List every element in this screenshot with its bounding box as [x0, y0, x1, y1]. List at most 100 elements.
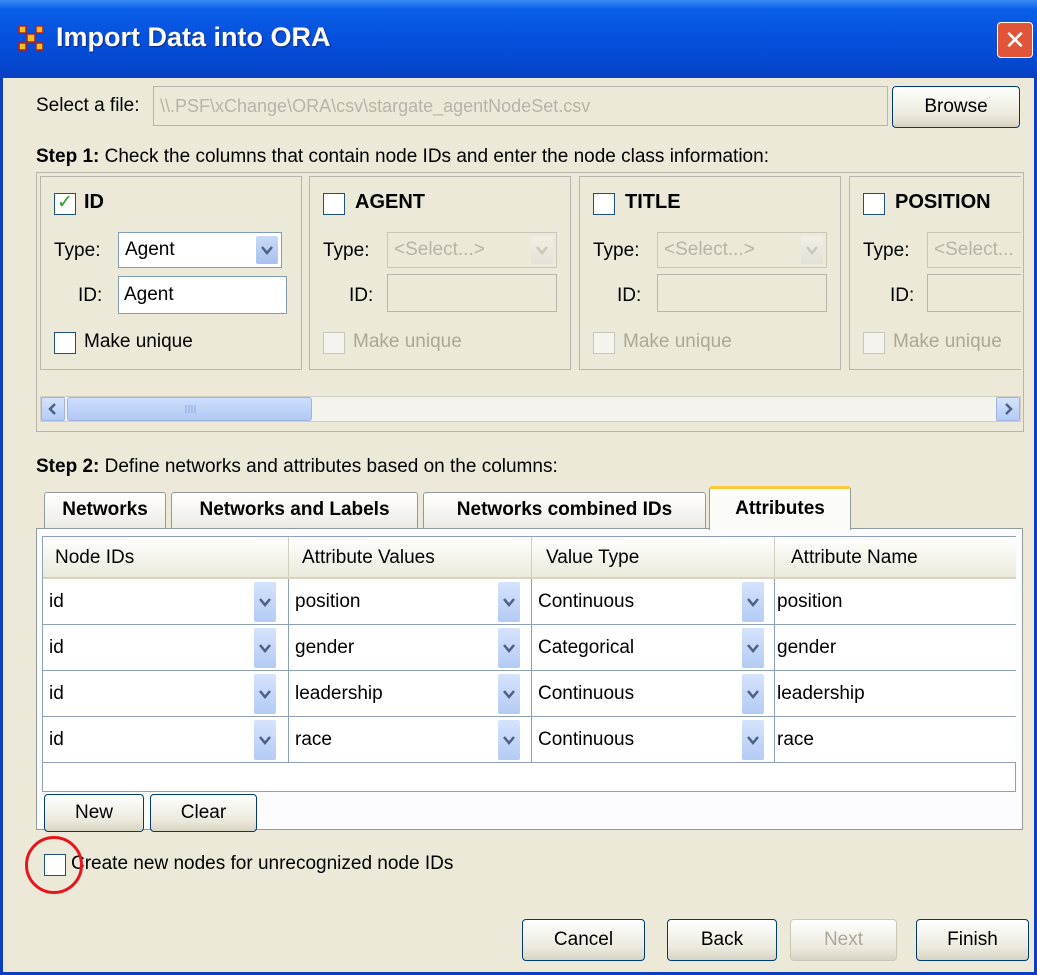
scroll-left-button[interactable] — [41, 397, 65, 421]
column-position-id-field[interactable] — [927, 274, 1021, 312]
select-file-label: Select a file: — [36, 95, 140, 116]
column-agent-id-field[interactable] — [387, 274, 557, 312]
type-label: Type: — [863, 240, 910, 261]
cell-text: id — [49, 683, 64, 704]
scroll-right-button[interactable] — [996, 397, 1020, 421]
column-group-id: ✓ ID Type: Agent ID: Agent Make unique — [40, 176, 302, 370]
table-cell-node-id[interactable]: id — [43, 625, 289, 671]
close-icon: ✕ — [1004, 25, 1026, 55]
horizontal-scrollbar[interactable] — [40, 396, 1021, 422]
chevron-down-icon[interactable] — [498, 674, 520, 714]
chevron-down-icon[interactable] — [254, 674, 276, 714]
make-unique-checkbox[interactable] — [863, 332, 885, 354]
table-cell-attribute-value[interactable]: race — [289, 717, 532, 763]
close-button[interactable]: ✕ — [997, 22, 1033, 58]
finish-button[interactable]: Finish — [916, 919, 1029, 961]
next-button[interactable]: Next — [790, 919, 897, 961]
chevron-down-icon[interactable] — [498, 628, 520, 668]
table-cell-node-id[interactable]: id — [43, 717, 289, 763]
table-cell-value-type[interactable]: Continuous — [532, 717, 775, 763]
cell-text: race — [295, 729, 332, 750]
scroll-thumb[interactable] — [67, 397, 312, 421]
cell-text: gender — [295, 637, 355, 658]
make-unique-checkbox[interactable] — [54, 332, 76, 354]
make-unique-label: Make unique — [893, 331, 1002, 352]
type-select-value: Agent — [125, 239, 175, 260]
type-label: Type: — [323, 240, 370, 261]
table-cell-value-type[interactable]: Continuous — [532, 671, 775, 717]
chevron-down-icon[interactable] — [256, 236, 278, 264]
table-cell-attribute-value[interactable]: position — [289, 579, 532, 625]
chevron-down-icon[interactable] — [254, 582, 276, 622]
column-title-id-field[interactable] — [657, 274, 827, 312]
chevron-down-icon[interactable] — [742, 582, 764, 622]
tab-networks-combined-ids[interactable]: Networks combined IDs — [423, 492, 706, 528]
table-cell-attribute-name[interactable]: position — [775, 579, 1016, 625]
chevron-down-icon[interactable] — [498, 720, 520, 760]
chevron-down-icon[interactable] — [742, 720, 764, 760]
column-header-attribute-values[interactable]: Attribute Values — [289, 537, 532, 579]
id-label: ID: — [617, 285, 642, 306]
cell-text: id — [49, 637, 64, 658]
file-path-field: \\.PSF\xChange\ORA\csv\stargate_agentNod… — [153, 86, 888, 126]
browse-button[interactable]: Browse — [892, 86, 1020, 128]
chevron-down-icon[interactable] — [498, 582, 520, 622]
tab-networks[interactable]: Networks — [44, 492, 166, 528]
new-button[interactable]: New — [44, 794, 144, 832]
chevron-down-icon[interactable] — [531, 236, 553, 264]
chevron-down-icon[interactable] — [254, 628, 276, 668]
table-cell-attribute-value[interactable]: gender — [289, 625, 532, 671]
checkmark-icon: ✓ — [57, 192, 73, 213]
chevron-down-icon[interactable] — [254, 720, 276, 760]
chevron-down-icon[interactable] — [742, 674, 764, 714]
column-id-id-field[interactable]: Agent — [118, 276, 287, 314]
column-position-checkbox[interactable] — [863, 193, 885, 215]
column-group-position: POSITION Type: <Select... ID: Make uniqu… — [849, 176, 1021, 370]
chevron-right-icon — [1005, 403, 1013, 415]
table-cell-attribute-value[interactable]: leadership — [289, 671, 532, 717]
cell-text: Continuous — [538, 729, 635, 750]
column-agent-name: AGENT — [355, 191, 425, 213]
column-header-attribute-name[interactable]: Attribute Name — [775, 537, 1016, 579]
column-header-value-type[interactable]: Value Type — [532, 537, 775, 579]
cell-text: id — [49, 729, 64, 750]
cell-text: Categorical — [538, 637, 635, 658]
table-cell-value-type[interactable]: Continuous — [532, 579, 775, 625]
make-unique-label: Make unique — [353, 331, 462, 352]
column-position-name: POSITION — [895, 191, 991, 213]
table-cell-node-id[interactable]: id — [43, 579, 289, 625]
table-cell-attribute-name[interactable]: leadership — [775, 671, 1016, 717]
table-cell-value-type[interactable]: Categorical — [532, 625, 775, 671]
create-nodes-label: Create new nodes for unrecognized node I… — [71, 853, 454, 874]
back-button[interactable]: Back — [667, 919, 777, 961]
column-id-checkbox[interactable]: ✓ — [54, 192, 76, 215]
make-unique-checkbox[interactable] — [593, 332, 615, 354]
column-title-type-select[interactable]: <Select...> — [657, 232, 827, 268]
table-cell-attribute-name[interactable]: gender — [775, 625, 1016, 671]
column-position-type-select[interactable]: <Select... — [927, 232, 1021, 268]
step1-heading-text: Check the columns that contain node IDs … — [99, 146, 769, 167]
tab-networks-and-labels[interactable]: Networks and Labels — [171, 492, 418, 528]
table-cell-node-id[interactable]: id — [43, 671, 289, 717]
chevron-down-icon[interactable] — [742, 628, 764, 668]
step2-heading: Step 2: Define networks and attributes b… — [36, 456, 558, 478]
title-bar[interactable]: Import Data into ORA ✕ — [0, 0, 1037, 78]
table-cell-attribute-name[interactable]: race — [775, 717, 1016, 763]
id-label: ID: — [890, 285, 915, 306]
column-header-node-ids[interactable]: Node IDs — [43, 537, 289, 579]
cancel-button[interactable]: Cancel — [522, 919, 645, 961]
make-unique-checkbox[interactable] — [323, 332, 345, 354]
id-label: ID: — [349, 285, 374, 306]
make-unique-label: Make unique — [84, 331, 193, 352]
type-select-value: <Select...> — [664, 239, 755, 260]
chevron-down-icon[interactable] — [801, 236, 823, 264]
import-dialog: Import Data into ORA ✕ Select a file: \\… — [0, 0, 1037, 975]
tab-attributes[interactable]: Attributes — [709, 486, 851, 530]
cell-text: Continuous — [538, 683, 635, 704]
column-title-checkbox[interactable] — [593, 193, 615, 215]
column-id-type-select[interactable]: Agent — [118, 232, 282, 268]
clear-button[interactable]: Clear — [150, 794, 257, 832]
column-agent-checkbox[interactable] — [323, 193, 345, 215]
column-agent-type-select[interactable]: <Select...> — [387, 232, 557, 268]
step2-heading-bold: Step 2: — [36, 456, 100, 477]
